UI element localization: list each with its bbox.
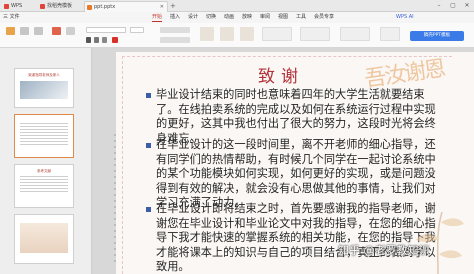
menu-slideshow[interactable]: 放映 [242,12,252,23]
tab-label: ppt.pptx [94,4,116,10]
underline-icon[interactable] [102,37,107,43]
slide[interactable]: 吾汝谢恩 致谢 毕业设计结束的同时也意味着四年的大学生活就要结束了。在线拍卖系统… [116,52,474,274]
font-family-select[interactable] [86,27,126,33]
plant-decoration-icon [416,211,464,274]
font-size-select[interactable] [130,27,144,33]
slide-thumbnail-selected[interactable] [14,114,74,158]
tab-wps-office[interactable]: WPS Office [2,1,36,20]
paragraph[interactable]: 在毕业设计即将结束之时，首先要感谢我的指导老师，谢谢您在毕业设计和毕业论文中对我… [146,202,446,274]
menu-animation[interactable]: 动画 [224,12,234,23]
slide-thumbnail[interactable]: 参考文献 [14,164,74,208]
select-icon[interactable] [380,27,400,41]
menu-view[interactable]: 视图 [278,12,288,23]
bold-icon[interactable] [86,37,91,43]
font-color-icon[interactable] [112,37,118,43]
menu-tools[interactable]: 工具 [296,12,306,23]
template-button[interactable]: 稿壳PPT模板 [410,31,464,41]
paragraph-text: 在毕业设计的这一段时间里，离不开老师的细心指导，还有同学们的热情帮助，有时候几个… [156,138,436,209]
menu-review[interactable]: 审阅 [260,12,270,23]
quick-style-icon[interactable] [240,27,254,41]
copy-icon[interactable] [34,27,43,35]
wps-icon [4,4,9,9]
maximize-icon[interactable]: ▢ [446,0,460,12]
arrange-icon[interactable] [220,27,234,41]
minimize-icon[interactable]: – [432,0,446,12]
menu-transition[interactable]: 切换 [206,12,216,23]
template-icon [40,4,45,9]
paragraph-tools[interactable] [160,27,190,33]
shape-icon[interactable] [200,27,214,41]
thumbnail-title: 致谢指导老师及家人 [28,73,60,77]
bullet-icon [146,143,151,148]
paragraph[interactable]: 在毕业设计的这一段时间里，离不开老师的细心指导，还有同学们的热情帮助，有时候几个… [146,138,446,211]
find-replace-icon[interactable] [340,27,370,41]
picture-icon[interactable] [300,27,330,41]
tab-strip: WPS Office 找稻壳模板 ppt.pptx ✕ + – ▢ ✕ [0,0,474,20]
menu-member[interactable]: 会员专享 [314,12,334,23]
slide-title[interactable]: 致谢 [116,62,446,87]
thumbnail-image [20,223,68,253]
bullet-icon [146,93,151,98]
paragraph-text: 在毕业设计即将结束之时，首先要感谢我的指导老师，谢谢您在毕业设计和毕业论文中对我… [156,202,436,273]
file-menu[interactable]: 三 文件 [3,12,20,23]
cut-icon[interactable] [20,27,29,35]
paste-icon[interactable] [6,27,15,35]
slide-thumbnail-panel: 致谢指导老师及家人 参考文献 [0,48,92,274]
italic-icon[interactable] [94,37,99,43]
thumbnail-image [20,81,68,99]
align-tools[interactable] [160,37,190,43]
menu-design[interactable]: 设计 [188,12,198,23]
bullet-icon [146,207,151,212]
tab-document[interactable]: ppt.pptx ✕ [84,1,168,12]
wps-ai-button[interactable]: WPS AI [396,12,414,23]
close-window-icon[interactable]: ✕ [460,0,474,12]
layout-icon[interactable] [66,27,75,35]
slide-thumbnail[interactable] [14,214,74,264]
new-slide-icon[interactable] [52,27,61,35]
watermark: 知乎 @老罗教知识 [338,244,430,257]
text-box-icon[interactable] [262,27,292,41]
new-tab-button[interactable]: + [170,1,176,11]
ribbon-toolbar [0,23,474,48]
menu-insert[interactable]: 插入 [170,12,180,23]
tab-template[interactable]: 找稻壳模板 [38,1,82,12]
thumbnail-title: 参考文献 [37,169,51,173]
tab-label: 找稻壳模板 [47,3,73,9]
ppt-file-icon [87,5,92,10]
slide-thumbnail[interactable]: 致谢指导老师及家人 [14,68,74,108]
menu-bar: 三 文件 开始 插入 设计 切换 动画 放映 审阅 视图 工具 会员专享 WPS… [0,12,474,23]
menu-home[interactable]: 开始 [152,12,163,23]
paragraph-text: 毕业设计结束的同时也意味着四年的大学生活就要结束了。在线拍卖系统的完成以及如何在… [156,88,436,145]
